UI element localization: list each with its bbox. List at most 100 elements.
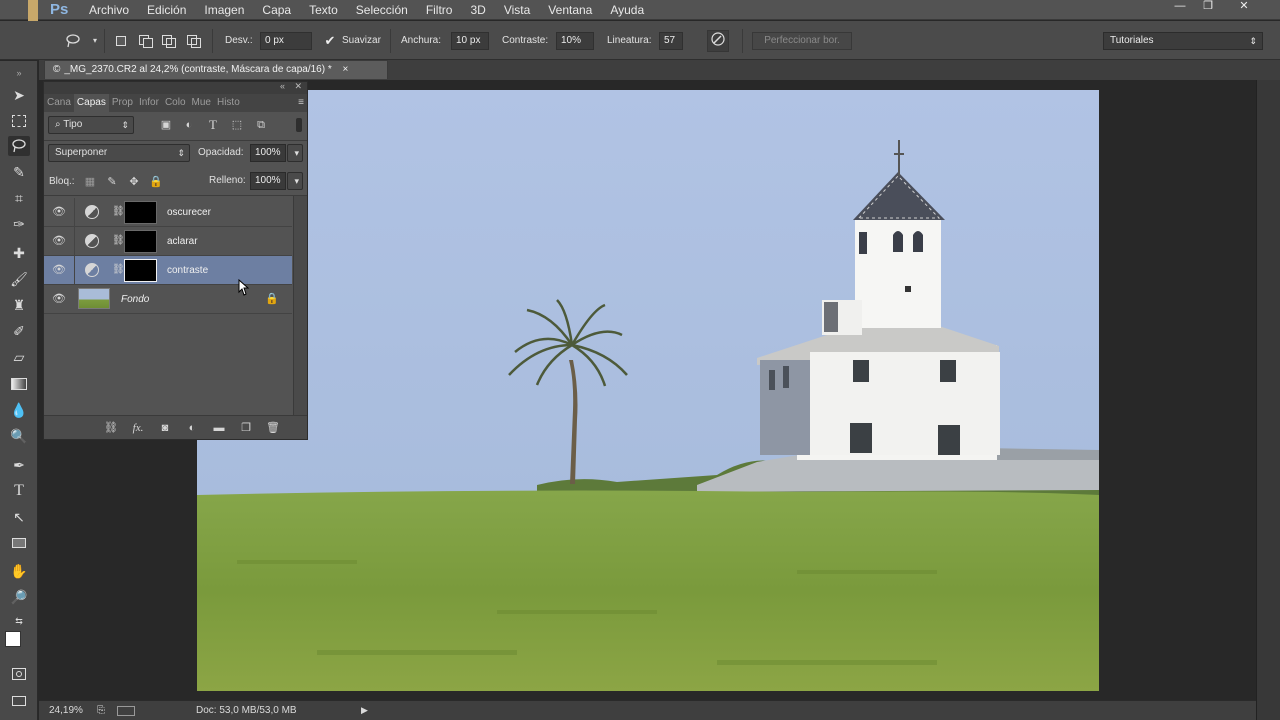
eye-icon[interactable]: 👁 xyxy=(52,235,66,247)
layer-mask-thumbnail[interactable] xyxy=(124,201,157,224)
new-layer-icon[interactable]: ❐ xyxy=(238,421,254,435)
opacity-dropdown[interactable]: ▾ xyxy=(287,144,303,162)
layer-row[interactable]: 👁 ⛓ aclarar xyxy=(44,227,292,256)
width-input[interactable]: 10 px xyxy=(451,32,489,50)
tab-muestras[interactable]: Mue xyxy=(189,94,214,112)
layer-name[interactable]: Fondo xyxy=(121,294,149,305)
quick-mask-icon[interactable] xyxy=(8,664,30,684)
tab-propiedades[interactable]: Prop xyxy=(109,94,136,112)
brush-tool-icon[interactable]: 🖌 xyxy=(8,269,30,289)
menu-ventana[interactable]: Ventana xyxy=(539,0,601,20)
menu-archivo[interactable]: Archivo xyxy=(80,0,138,20)
close-tab-icon[interactable]: © xyxy=(53,64,60,75)
menu-seleccion[interactable]: Selección xyxy=(347,0,417,20)
filter-adjustment-icon[interactable]: ◐ xyxy=(182,118,196,132)
hand-tool-icon[interactable]: ✋ xyxy=(8,561,30,581)
blur-tool-icon[interactable]: 💧 xyxy=(8,400,30,420)
menu-texto[interactable]: Texto xyxy=(300,0,347,20)
layer-name[interactable]: contraste xyxy=(167,265,208,276)
rectangle-tool-icon[interactable] xyxy=(8,533,30,553)
layer-mask-thumbnail[interactable] xyxy=(124,230,157,253)
subtract-selection-icon[interactable] xyxy=(160,32,178,50)
intersect-selection-icon[interactable] xyxy=(185,32,203,50)
quick-selection-tool-icon[interactable]: ✎ xyxy=(8,162,30,182)
tab-historia[interactable]: Histo xyxy=(214,94,243,112)
refine-edge-button[interactable]: Perfeccionar bor. xyxy=(752,32,852,50)
tab-canales[interactable]: Cana xyxy=(44,94,74,112)
collapse-toolbar-icon[interactable]: » xyxy=(8,63,30,83)
path-selection-tool-icon[interactable]: ↖ xyxy=(8,507,30,527)
history-brush-tool-icon[interactable]: ✐ xyxy=(8,321,30,341)
filter-shape-icon[interactable]: ⬚ xyxy=(230,118,244,132)
magnetic-lasso-icon[interactable] xyxy=(64,32,82,50)
status-share-icon[interactable]: ⎘ xyxy=(97,705,105,716)
workspace-select[interactable]: Tutoriales ⇕ xyxy=(1103,32,1263,50)
eye-icon[interactable]: 👁 xyxy=(52,206,66,218)
lock-transparency-icon[interactable]: ▦ xyxy=(83,175,97,189)
clone-stamp-tool-icon[interactable]: ♜ xyxy=(8,295,30,315)
new-selection-icon[interactable] xyxy=(112,32,130,50)
fill-input[interactable]: 100% xyxy=(250,172,286,190)
layer-name[interactable]: oscurecer xyxy=(167,207,211,218)
close-button[interactable]: ✕ xyxy=(1230,0,1258,14)
pen-tool-icon[interactable]: ✒ xyxy=(8,455,30,475)
move-tool-icon[interactable]: ➤ xyxy=(8,85,30,105)
new-group-folder-icon[interactable]: ▬ xyxy=(211,421,227,435)
eye-icon[interactable]: 👁 xyxy=(52,293,66,305)
layer-filter-select[interactable]: ⌕ Tipo ⇕ xyxy=(48,116,134,134)
dodge-tool-icon[interactable]: 🔍 xyxy=(8,426,30,446)
eye-icon[interactable]: 👁 xyxy=(52,264,66,276)
filter-pixel-icon[interactable]: ▣ xyxy=(159,118,173,132)
layer-mask-thumbnail[interactable] xyxy=(124,259,157,282)
tab-color[interactable]: Colo xyxy=(162,94,189,112)
status-menu-arrow-icon[interactable]: ▶ xyxy=(361,705,368,716)
filter-type-icon[interactable]: T xyxy=(206,118,220,132)
menu-3d[interactable]: 3D xyxy=(461,0,494,20)
crop-tool-icon[interactable]: ⌗ xyxy=(8,188,30,208)
filter-toggle-switch[interactable] xyxy=(296,118,302,132)
status-view-icon[interactable] xyxy=(117,706,135,716)
layer-style-fx-icon[interactable]: fx. xyxy=(130,421,146,435)
eraser-tool-icon[interactable]: ▱ xyxy=(8,347,30,367)
layer-thumbnail[interactable] xyxy=(78,288,110,309)
trash-icon[interactable]: 🗑 xyxy=(265,421,281,435)
healing-brush-tool-icon[interactable]: ✚ xyxy=(8,243,30,263)
eyedropper-tool-icon[interactable]: ✑ xyxy=(8,214,30,234)
restore-button[interactable]: ❐ xyxy=(1194,0,1222,14)
zoom-level[interactable]: 24,19% xyxy=(49,705,83,716)
layer-name[interactable]: aclarar xyxy=(167,236,198,247)
menu-vista[interactable]: Vista xyxy=(495,0,539,20)
marquee-tool-icon[interactable] xyxy=(8,111,30,131)
filter-smart-object-icon[interactable]: ⧉ xyxy=(254,118,268,132)
zoom-tool-icon[interactable]: 🔎 xyxy=(8,587,30,607)
menu-capa[interactable]: Capa xyxy=(253,0,300,20)
tool-preset-chevron-icon[interactable]: ▾ xyxy=(86,32,104,50)
lock-all-icon[interactable]: 🔒 xyxy=(149,175,163,189)
menu-filtro[interactable]: Filtro xyxy=(417,0,462,20)
add-mask-icon[interactable]: ◙ xyxy=(157,421,173,435)
blend-mode-select[interactable]: Superponer ⇕ xyxy=(48,144,190,162)
close-icon[interactable]: × xyxy=(343,64,349,75)
link-icon[interactable]: ⛓ xyxy=(112,233,125,249)
screen-mode-icon[interactable] xyxy=(8,691,30,711)
link-icon[interactable]: ⛓ xyxy=(112,262,125,278)
tablet-pressure-icon[interactable] xyxy=(707,30,729,52)
link-icon[interactable]: ⛓ xyxy=(112,204,125,220)
close-panel-icon[interactable]: ✕ xyxy=(294,81,302,92)
panel-menu-icon[interactable]: ≡ xyxy=(295,94,307,112)
gradient-tool-icon[interactable] xyxy=(8,374,30,394)
layer-row[interactable]: 👁 Fondo 🔒 xyxy=(44,285,292,314)
menu-imagen[interactable]: Imagen xyxy=(195,0,253,20)
lock-pixels-icon[interactable]: ✎ xyxy=(105,175,119,189)
document-tab[interactable]: © _MG_2370.CR2 al 24,2% (contraste, Másca… xyxy=(44,60,388,79)
frequency-input[interactable]: 57 xyxy=(659,32,683,50)
document-image[interactable] xyxy=(197,90,1099,691)
collapse-panel-icon[interactable]: « xyxy=(280,81,285,91)
opacity-input[interactable]: 100% xyxy=(250,144,286,162)
add-selection-icon[interactable] xyxy=(137,32,155,50)
layers-scrollbar[interactable] xyxy=(293,196,307,415)
fill-dropdown[interactable]: ▾ xyxy=(287,172,303,190)
contrast-input[interactable]: 10% xyxy=(556,32,594,50)
layer-row[interactable]: 👁 ⛓ oscurecer xyxy=(44,198,292,227)
layer-row-selected[interactable]: 👁 ⛓ contraste xyxy=(44,256,292,285)
